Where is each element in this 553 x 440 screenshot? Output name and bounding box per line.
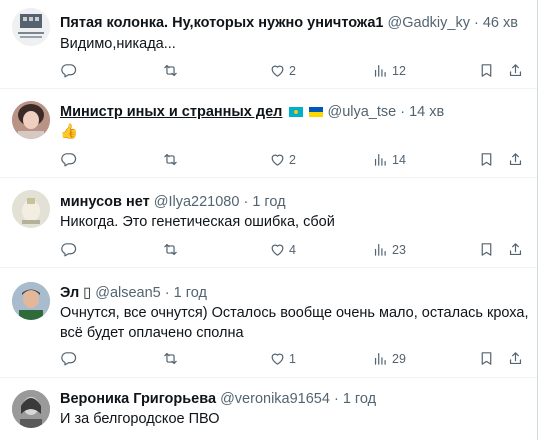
share-icon	[509, 352, 522, 365]
bookmark-button[interactable]	[478, 241, 495, 258]
retweet-icon	[164, 352, 177, 365]
analytics-icon	[374, 352, 386, 365]
heart-icon	[271, 65, 284, 77]
retweet-button[interactable]	[162, 241, 179, 258]
heart-icon	[271, 154, 284, 166]
tweet-text: И за белгородское ПВО	[60, 411, 220, 427]
reply-button[interactable]	[60, 151, 77, 168]
reply-tweet[interactable]: Эл ▯ @alsean5 · 1 год Очнутся, все очнут…	[0, 268, 537, 376]
analytics-icon	[374, 153, 386, 166]
user-handle[interactable]: @veronika91654	[220, 391, 330, 407]
display-name[interactable]: минусов нет	[60, 194, 150, 210]
tweet-text: Видимо,никада...	[60, 36, 176, 52]
timestamp[interactable]: 1 год	[343, 391, 376, 407]
user-handle[interactable]: @Gadkiy_ky	[388, 15, 470, 31]
reply-tweet[interactable]: Пятая колонка. Ну,которых нужно уничтожа…	[0, 0, 537, 88]
heart-icon	[271, 244, 284, 256]
timestamp[interactable]: 14 хв	[409, 104, 444, 120]
view-count: 23	[392, 242, 406, 257]
view-count: 29	[392, 351, 406, 366]
like-count: 2	[289, 63, 296, 78]
bookmark-icon	[481, 64, 492, 77]
retweet-icon	[164, 243, 177, 256]
reply-button[interactable]	[60, 62, 77, 79]
separator-dot: ·	[164, 285, 170, 301]
timestamp[interactable]: 1 год	[252, 194, 285, 210]
separator-dot: ·	[400, 104, 406, 120]
kazakhstan-flag-icon	[289, 107, 304, 117]
avatar[interactable]	[12, 390, 50, 428]
bookmark-button[interactable]	[478, 350, 495, 367]
like-button[interactable]: 1	[269, 350, 296, 367]
like-button[interactable]: 4	[269, 241, 296, 258]
view-count: 14	[392, 152, 406, 167]
share-icon	[509, 153, 522, 166]
timestamp[interactable]: 46 хв	[483, 15, 518, 31]
reply-button[interactable]	[60, 350, 77, 367]
reply-icon	[61, 352, 77, 366]
analytics-icon	[374, 64, 386, 77]
action-bar: 2 14	[60, 151, 526, 171]
avatar[interactable]	[12, 190, 50, 228]
user-handle[interactable]: @Ilya221080	[154, 194, 240, 210]
tweet-text: 👍	[60, 124, 79, 140]
retweet-icon	[164, 64, 177, 77]
action-bar: 4 23	[60, 241, 526, 261]
bookmark-button[interactable]	[478, 62, 495, 79]
display-name[interactable]: Вероника Григорьева	[60, 391, 216, 407]
like-count: 4	[289, 242, 296, 257]
avatar[interactable]	[12, 101, 50, 139]
bookmark-button[interactable]	[478, 151, 495, 168]
reply-tweet[interactable]: минусов нет @Ilya221080 · 1 год Никогда.…	[0, 178, 537, 266]
share-icon	[509, 64, 522, 77]
analytics-icon	[374, 243, 386, 256]
timeline-border	[537, 0, 538, 440]
user-handle[interactable]: @ulya_tse	[327, 104, 396, 120]
separator-dot: ·	[243, 194, 249, 210]
avatar[interactable]	[12, 282, 50, 320]
bookmark-icon	[481, 153, 492, 166]
display-name[interactable]: Министр иных и странных дел	[60, 104, 282, 120]
separator-dot: ·	[473, 15, 479, 31]
share-button[interactable]	[507, 151, 524, 168]
share-button[interactable]	[507, 62, 524, 79]
like-count: 2	[289, 152, 296, 167]
action-bar: 2 12	[60, 62, 526, 82]
reply-tweet[interactable]: Вероника Григорьева @veronika91654 · 1 г…	[0, 378, 537, 440]
views-button[interactable]: 23	[372, 241, 406, 258]
reply-icon	[61, 64, 77, 78]
name-glyph: ▯	[83, 285, 92, 301]
retweet-button[interactable]	[162, 350, 179, 367]
tweet-text: Никогда. Это генетическая ошибка, сбой	[60, 214, 335, 230]
views-button[interactable]: 12	[372, 62, 406, 79]
heart-icon	[271, 353, 284, 365]
retweet-button[interactable]	[162, 151, 179, 168]
share-button[interactable]	[507, 350, 524, 367]
reply-icon	[61, 153, 77, 167]
like-button[interactable]: 2	[269, 151, 296, 168]
ukraine-flag-icon	[309, 107, 324, 117]
views-button[interactable]: 14	[372, 151, 406, 168]
like-button[interactable]: 2	[269, 62, 296, 79]
retweet-button[interactable]	[162, 62, 179, 79]
views-button[interactable]: 29	[372, 350, 406, 367]
display-name[interactable]: Пятая колонка. Ну,которых нужно уничтожа…	[60, 15, 384, 31]
action-bar: 1 29	[60, 350, 526, 370]
tweet-text: Очнутся, все очнутся) Осталось вообще оч…	[60, 305, 529, 341]
share-icon	[509, 243, 522, 256]
reply-icon	[61, 243, 77, 257]
like-count: 1	[289, 351, 296, 366]
reply-tweet[interactable]: Министр иных и странных дел @ulya_tse · …	[0, 89, 537, 177]
reply-button[interactable]	[60, 241, 77, 258]
view-count: 12	[392, 63, 406, 78]
bookmark-icon	[481, 352, 492, 365]
avatar[interactable]	[12, 8, 50, 46]
separator-dot: ·	[333, 391, 339, 407]
timestamp[interactable]: 1 год	[174, 285, 207, 301]
bookmark-icon	[481, 243, 492, 256]
display-name[interactable]: Эл	[60, 285, 79, 301]
user-handle[interactable]: @alsean5	[95, 285, 161, 301]
retweet-icon	[164, 153, 177, 166]
share-button[interactable]	[507, 241, 524, 258]
